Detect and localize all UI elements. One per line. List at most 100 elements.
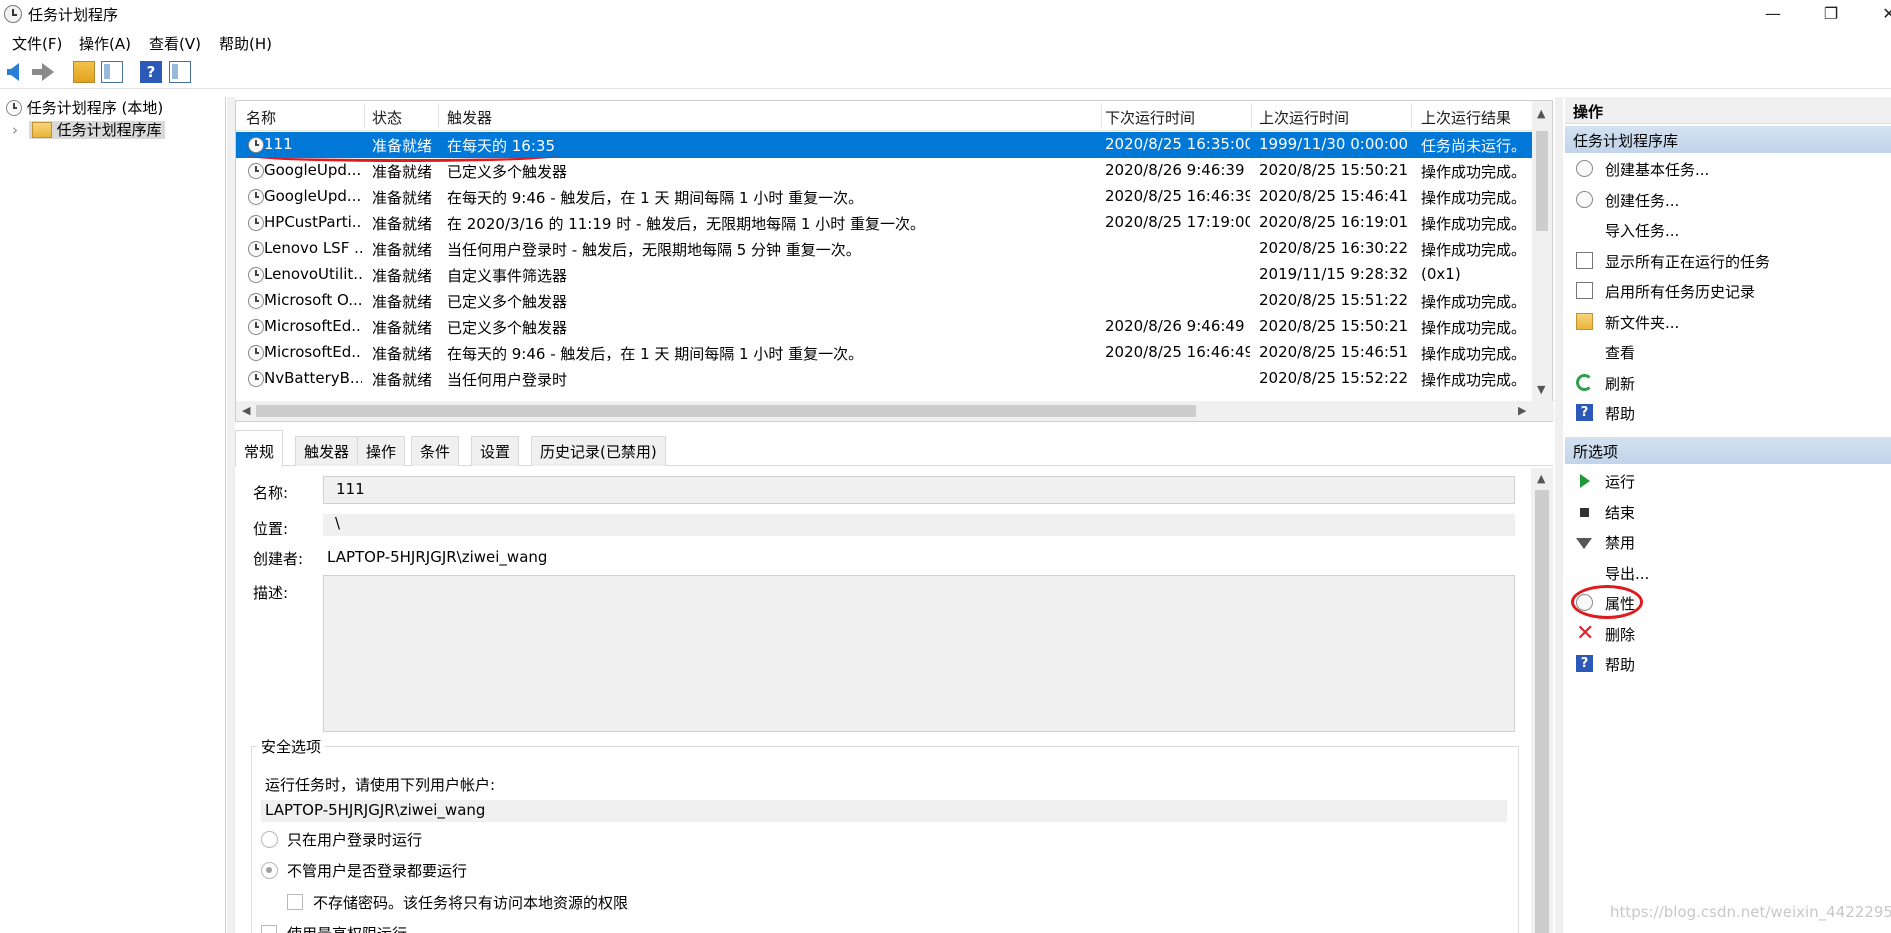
action-item-label: 禁用 — [1605, 534, 1636, 552]
table-row[interactable]: MicrosoftEd... 准备就绪 已定义多个触发器 2020/8/26 9:46… — [236, 314, 1532, 340]
folder-clock-icon — [31, 122, 52, 138]
restore-button[interactable]: ❐ — [1802, 0, 1860, 30]
cell-status: 准备就绪 — [372, 163, 433, 181]
table-row[interactable]: Lenovo LSF ... 准备就绪 当任何用户登录时 - 触发后，无限期地每隔 … — [236, 236, 1532, 262]
console-tree-icon[interactable] — [101, 61, 123, 83]
table-row[interactable]: HPCustParti... 准备就绪在 2020/3/16 的 11:19 时 … — [236, 210, 1532, 236]
radio-run-whether-logged-on[interactable] — [261, 862, 278, 879]
library-section-header[interactable]: 任务计划程序库 — [1565, 126, 1891, 153]
run-as-account: LAPTOP-5HJRJGJR\ziwei_wang — [261, 800, 1507, 822]
action-item[interactable]: ? 帮助 — [1565, 399, 1891, 427]
menu-action[interactable]: 操作(A) — [79, 33, 131, 54]
description-field[interactable] — [323, 575, 1515, 732]
tree-item-library[interactable]: › 任务计划程序库 — [12, 119, 165, 140]
column-header-last-run[interactable]: 上次运行时间 — [1259, 107, 1349, 128]
help-icon: ? — [1576, 404, 1593, 421]
splitter-left[interactable] — [227, 97, 235, 933]
action-item[interactable]: 启用所有任务历史记录 — [1565, 277, 1891, 305]
table-row[interactable]: GoogleUpd... 准备就绪 在每天的 9:46 - 触发后，在 1 天 期间… — [236, 184, 1532, 210]
cell-status: 准备就绪 — [372, 319, 433, 337]
cell-last-result: 操作成功完成。 — [1421, 319, 1527, 337]
action-item-label: 新文件夹... — [1605, 313, 1680, 332]
radio-run-logged-on[interactable] — [261, 831, 278, 848]
cell-trigger: 在每天的 9:46 - 触发后，在 1 天 期间每隔 1 小时 重复一次。 — [447, 189, 864, 207]
back-arrow-icon[interactable] — [5, 61, 27, 83]
tab-actions[interactable]: 操作 — [357, 436, 406, 466]
run-icon — [1580, 474, 1590, 488]
table-row[interactable]: MicrosoftEd... 准备就绪 在每天的 9:46 - 触发后，在 1 天 … — [236, 340, 1532, 366]
create-basic-task-icon — [1576, 160, 1593, 177]
cell-next-run: 2020/8/25 17:19:00 — [1105, 213, 1250, 231]
radio-run-whether-logged-on-label[interactable]: 不管用户是否登录都要运行 — [287, 860, 467, 881]
action-item-label: 查看 — [1605, 344, 1636, 362]
cell-name: GoogleUpd... — [264, 161, 362, 179]
column-header-last-result[interactable]: 上次运行结果 — [1421, 107, 1511, 128]
cell-name: LenovoUtilit... — [264, 265, 362, 283]
cell-name: MicrosoftEd... — [264, 317, 362, 335]
checkbox-run-highest[interactable] — [261, 925, 277, 933]
action-item[interactable]: 刷新 — [1565, 369, 1891, 397]
delete-icon: ✕ — [1576, 620, 1595, 646]
action-item[interactable]: 查看 — [1565, 338, 1891, 366]
action-item[interactable]: 创建任务... — [1565, 186, 1891, 214]
help-icon[interactable]: ? — [140, 61, 162, 83]
cell-last-result: 操作成功完成。 — [1421, 371, 1527, 389]
name-label: 名称: — [253, 484, 289, 502]
toolbar: ? — [0, 57, 1891, 89]
forward-arrow-icon[interactable] — [32, 61, 54, 83]
menu-view[interactable]: 查看(V) — [149, 33, 201, 54]
checkbox-run-highest-label[interactable]: 使用最高权限运行 — [287, 923, 407, 933]
cell-status: 准备就绪 — [372, 293, 433, 311]
minimize-button[interactable]: — — [1744, 0, 1802, 30]
cell-status: 准备就绪 — [372, 267, 433, 285]
action-item[interactable]: 结束 — [1565, 498, 1891, 526]
tab-conditions[interactable]: 条件 — [411, 436, 460, 466]
cell-trigger: 当任何用户登录时 — [447, 371, 568, 389]
selected-section-header[interactable]: 所选项 — [1565, 437, 1891, 464]
action-item[interactable]: 导入任务... — [1565, 216, 1891, 244]
tab-triggers[interactable]: 触发器 — [295, 436, 359, 466]
column-header-trigger[interactable]: 触发器 — [447, 107, 492, 128]
folder-up-icon[interactable] — [73, 61, 95, 83]
table-row[interactable]: LenovoUtilit... 准备就绪 自定义事件筛选器 2019/11/15 9:… — [236, 262, 1532, 288]
action-item[interactable]: ? 帮助 — [1565, 650, 1891, 678]
table-vertical-scrollbar[interactable]: ▲ ▼ — [1532, 101, 1552, 401]
detail-vertical-scrollbar[interactable]: ▲ — [1531, 468, 1553, 933]
expand-chevron-icon[interactable]: › — [12, 121, 18, 139]
action-item[interactable]: 运行 — [1565, 467, 1891, 495]
clock-icon — [6, 100, 22, 116]
tree-root[interactable]: 任务计划程序 (本地) — [6, 97, 163, 118]
action-pane-icon[interactable] — [169, 61, 191, 83]
checkbox-no-store-password[interactable] — [287, 894, 303, 910]
radio-run-logged-on-label[interactable]: 只在用户登录时运行 — [287, 829, 422, 850]
table-horizontal-scrollbar[interactable]: ◀ ▶ — [236, 401, 1554, 421]
action-item[interactable]: 创建基本任务... — [1565, 155, 1891, 183]
column-header-name[interactable]: 名称 — [246, 107, 276, 128]
table-row[interactable]: NvBatteryB... 准备就绪 当任何用户登录时 2020/8/25 15:52… — [236, 366, 1532, 392]
action-item[interactable]: 导出... — [1565, 559, 1891, 587]
tab-history[interactable]: 历史记录(已禁用) — [531, 436, 666, 466]
tab-general[interactable]: 常规 — [235, 430, 284, 467]
table-row[interactable]: Microsoft O... 准备就绪 已定义多个触发器 2020/8/25 15:5… — [236, 288, 1532, 314]
action-item[interactable]: 新文件夹... — [1565, 308, 1891, 336]
menu-file[interactable]: 文件(F) — [12, 33, 62, 54]
action-item-label: 创建任务... — [1605, 191, 1680, 210]
menu-help[interactable]: 帮助(H) — [219, 33, 272, 54]
column-header-next-run[interactable]: 下次运行时间 — [1105, 107, 1195, 128]
cell-last-run: 2020/8/25 15:50:21 — [1259, 317, 1409, 335]
cell-last-run: 2020/8/25 15:52:22 — [1259, 369, 1409, 387]
close-button[interactable]: ✕ — [1860, 0, 1891, 30]
action-item[interactable]: 显示所有正在运行的任务 — [1565, 247, 1891, 275]
detail-tabs: 常规 触发器 操作 条件 设置 历史记录(已禁用) — [235, 430, 1553, 467]
action-item-label: 帮助 — [1605, 656, 1636, 674]
column-header-status[interactable]: 状态 — [372, 107, 402, 128]
create-task-icon — [1576, 190, 1593, 208]
name-field[interactable]: 111 — [323, 476, 1515, 504]
splitter-right[interactable] — [1555, 97, 1563, 933]
checkbox-no-store-password-label[interactable]: 不存储密码。该任务将只有访问本地资源的权限 — [313, 892, 628, 913]
action-item[interactable]: ✕ 删除 — [1565, 620, 1891, 648]
action-item[interactable]: 禁用 — [1565, 528, 1891, 556]
cell-trigger: 已定义多个触发器 — [447, 319, 568, 337]
cell-last-result: 操作成功完成。 — [1421, 241, 1527, 259]
tab-settings[interactable]: 设置 — [471, 436, 520, 466]
